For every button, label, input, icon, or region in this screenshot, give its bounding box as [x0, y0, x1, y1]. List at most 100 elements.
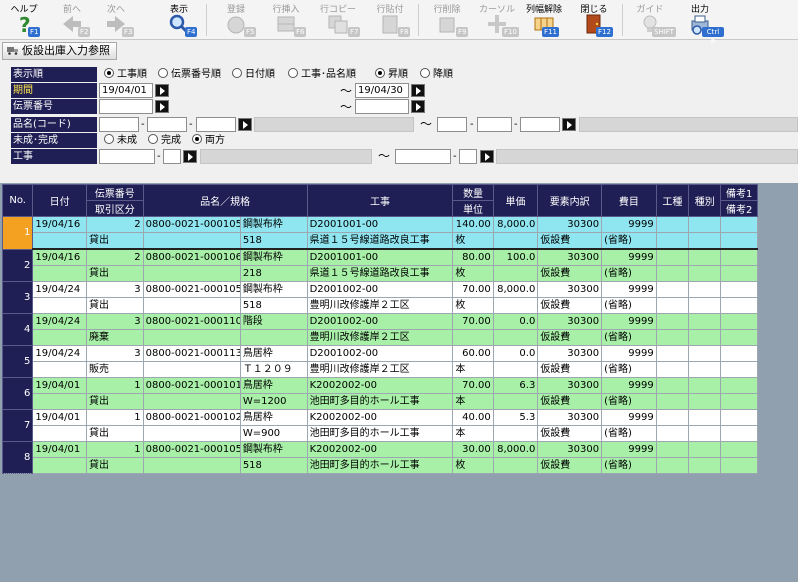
row-date-blank[interactable] — [32, 457, 87, 474]
row-element[interactable]: 仮設費 — [537, 329, 603, 346]
row-code-blank[interactable] — [142, 232, 241, 250]
row-cost-item[interactable]: (省略) — [601, 297, 657, 314]
row-copy-button[interactable]: 行コピー F7 — [314, 0, 362, 40]
row-item-name[interactable]: 鳥居枠 — [239, 409, 308, 426]
row-slip-no[interactable]: 3 — [85, 281, 144, 298]
row-txn-type[interactable]: 貸出 — [85, 457, 144, 474]
work-from-lookup-button[interactable] — [183, 150, 197, 163]
row-item-code[interactable]: 0800-0021-000113 — [142, 345, 241, 362]
row-note1[interactable] — [720, 281, 758, 298]
row-work-type-2[interactable] — [655, 457, 690, 474]
row-number[interactable]: 5 — [1, 345, 34, 378]
help-button[interactable]: ヘルプ ? F1 — [4, 0, 44, 40]
sort-radio-asc[interactable]: 昇順 — [375, 67, 408, 82]
row-element[interactable]: 仮設費 — [537, 425, 603, 442]
work-code-to-1[interactable] — [395, 149, 451, 164]
row-date-blank[interactable] — [32, 329, 87, 346]
row-note2[interactable] — [720, 232, 758, 250]
row-kind-2[interactable] — [688, 329, 722, 346]
row-slip-no[interactable]: 3 — [85, 313, 144, 330]
row-work-type[interactable] — [655, 281, 690, 298]
row-work-name[interactable]: 豊明川改修護岸２工区 — [306, 329, 454, 346]
row-note1[interactable] — [720, 441, 758, 458]
row-code-blank[interactable] — [142, 329, 241, 346]
item-code-to-lookup-button[interactable] — [562, 118, 576, 131]
row-element-code[interactable]: 30300 — [537, 441, 603, 458]
header-slip-no[interactable]: 伝票番号 — [85, 184, 144, 201]
table-row[interactable]: 2 19/04/16 2 0800-0021-000106 鋼製布枠 D2001001-0… — [1, 248, 758, 282]
row-qty[interactable]: 40.00 — [452, 409, 494, 426]
row-element-code[interactable]: 30300 — [537, 248, 603, 266]
row-kind[interactable] — [688, 441, 722, 458]
row-txn-type[interactable]: 貸出 — [85, 425, 144, 442]
row-item-code[interactable]: 0800-0021-000110 — [142, 313, 241, 330]
row-item-name[interactable]: 鋼製布枠 — [239, 281, 308, 298]
row-item-name[interactable]: 鳥居枠 — [239, 345, 308, 362]
row-item-code[interactable]: 0800-0021-000101 — [142, 377, 241, 394]
row-number[interactable]: 3 — [1, 281, 34, 314]
row-price-blank[interactable] — [492, 457, 539, 474]
row-qty[interactable]: 70.00 — [452, 313, 494, 330]
period-from-lookup-button[interactable] — [155, 84, 169, 97]
row-note2[interactable] — [720, 361, 758, 378]
header-unit[interactable]: 単位 — [452, 200, 494, 217]
row-unit[interactable]: 枚 — [452, 232, 494, 250]
row-work-name[interactable]: 池田町多目的ホール工事 — [306, 425, 454, 442]
row-price-blank[interactable] — [492, 393, 539, 410]
row-cost-code[interactable]: 9999 — [601, 248, 657, 266]
title-tab[interactable]: 仮設出庫入力参照 — [2, 42, 117, 60]
row-date[interactable]: 19/04/01 — [32, 377, 87, 394]
work-code-from-1[interactable] — [99, 149, 155, 164]
row-txn-type[interactable]: 廃棄 — [85, 329, 144, 346]
order-radio-slip[interactable]: 伝票番号順 — [158, 67, 221, 82]
row-cost-item[interactable]: (省略) — [601, 457, 657, 474]
item-code-from-lookup-button[interactable] — [238, 118, 252, 131]
row-txn-type[interactable]: 貸出 — [85, 232, 144, 250]
row-work-type-2[interactable] — [655, 297, 690, 314]
row-work-code[interactable]: K2002002-00 — [306, 409, 454, 426]
row-price[interactable]: 8,000.0 — [492, 441, 539, 458]
row-date[interactable]: 19/04/24 — [32, 281, 87, 298]
row-work-type-2[interactable] — [655, 232, 690, 250]
table-row[interactable]: 6 19/04/01 1 0800-0021-000101 鳥居枠 K2002002-00… — [1, 377, 758, 410]
row-cost-item[interactable]: (省略) — [601, 329, 657, 346]
table-row[interactable]: 8 19/04/01 1 0800-0021-000105 鋼製布枠 K2002002-0… — [1, 441, 758, 474]
item-code-to-2[interactable] — [477, 117, 512, 132]
row-code-blank[interactable] — [142, 425, 241, 442]
row-number[interactable]: 4 — [1, 313, 34, 346]
row-note2[interactable] — [720, 393, 758, 410]
row-cost-item[interactable]: (省略) — [601, 425, 657, 442]
row-work-name[interactable]: 池田町多目的ホール工事 — [306, 393, 454, 410]
row-qty[interactable]: 70.00 — [452, 281, 494, 298]
row-work-type[interactable] — [655, 345, 690, 362]
row-work-name[interactable]: 豊明川改修護岸２工区 — [306, 361, 454, 378]
row-unit[interactable] — [452, 329, 494, 346]
row-date-blank[interactable] — [32, 232, 87, 250]
header-note1[interactable]: 備考1 — [720, 184, 758, 201]
row-date[interactable]: 19/04/16 — [32, 248, 87, 266]
order-radio-work[interactable]: 工事順 — [104, 67, 147, 82]
row-note1[interactable] — [720, 409, 758, 426]
header-work-type[interactable]: 工種 — [655, 184, 690, 217]
table-row[interactable]: 1 19/04/16 2 0800-0021-000105 鋼製布枠 D2001001-0… — [1, 216, 758, 250]
row-date[interactable]: 19/04/01 — [32, 409, 87, 426]
item-code-from-2[interactable] — [147, 117, 187, 132]
order-radio-date[interactable]: 日付順 — [232, 67, 275, 82]
row-item-code[interactable]: 0800-0021-000102 — [142, 409, 241, 426]
row-element-code[interactable]: 30300 — [537, 409, 603, 426]
row-cost-item[interactable]: (省略) — [601, 265, 657, 282]
header-item[interactable]: 品名／規格 — [142, 184, 308, 217]
row-kind[interactable] — [688, 248, 722, 266]
row-work-code[interactable]: K2002002-00 — [306, 377, 454, 394]
row-spec[interactable]: 518 — [239, 297, 308, 314]
row-cost-code[interactable]: 9999 — [601, 345, 657, 362]
close-button[interactable]: 閉じる F12 — [572, 0, 616, 40]
slip-from-lookup-button[interactable] — [155, 100, 169, 113]
header-qty[interactable]: 数量 — [452, 184, 494, 201]
slip-from-field[interactable] — [99, 99, 153, 114]
row-code-blank[interactable] — [142, 297, 241, 314]
column-width-release-button[interactable]: 列幅解除 F11 — [522, 0, 566, 40]
table-row-second-line[interactable]: 貸出 518 池田町多目的ホール工事枚 仮設費 (省略) — [3, 457, 758, 474]
row-code-blank[interactable] — [142, 393, 241, 410]
row-slip-no[interactable]: 3 — [85, 345, 144, 362]
